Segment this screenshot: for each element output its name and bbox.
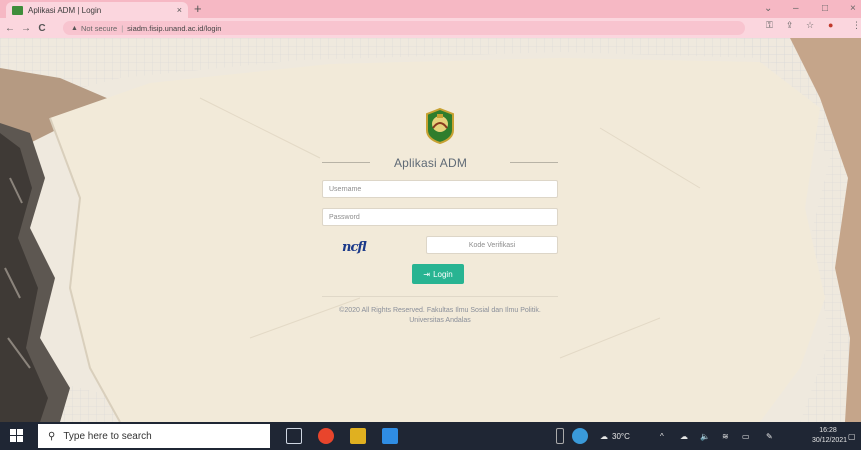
search-icon: ⚲ bbox=[48, 430, 56, 442]
browser-tab-strip: Aplikasi ADM | Login × + ⌄ – □ × bbox=[0, 0, 861, 18]
network-icon[interactable]: ☁ bbox=[680, 422, 688, 450]
windows-taskbar: ⚲ Type here to search ☁ 30°C ^ ☁ 🔈 ≋ ▭ ✎… bbox=[0, 422, 861, 450]
minimize-button[interactable]: – bbox=[793, 1, 799, 17]
temperature-text: 30°C bbox=[612, 431, 630, 441]
tab-title: Aplikasi ADM | Login bbox=[28, 5, 102, 15]
back-button[interactable]: ← bbox=[2, 23, 18, 34]
login-icon: ⇥ bbox=[423, 269, 431, 279]
app-title: Aplikasi ADM bbox=[393, 156, 468, 170]
university-logo bbox=[426, 108, 454, 144]
app-icon[interactable] bbox=[350, 428, 366, 444]
notification-icon[interactable]: ▢ bbox=[848, 422, 856, 450]
close-window-button[interactable]: × bbox=[850, 1, 856, 17]
chevron-up-icon[interactable]: ^ bbox=[660, 422, 664, 450]
clock-time: 16:28 bbox=[819, 427, 837, 434]
site-favicon-icon bbox=[12, 5, 23, 15]
address-bar[interactable]: ▲ Not secure | siadm.fisip.unand.ac.id/l… bbox=[63, 21, 745, 35]
share-icon[interactable]: ⇪ bbox=[786, 20, 794, 31]
taskbar-search-box[interactable]: ⚲ Type here to search bbox=[38, 424, 270, 448]
system-clock[interactable]: 16:28 30/12/2021 bbox=[812, 426, 848, 446]
clock-date: 30/12/2021 bbox=[812, 437, 848, 444]
title-divider-right bbox=[510, 162, 558, 163]
paper-background bbox=[0, 38, 861, 422]
url-text[interactable]: siadm.fisip.unand.ac.id/login bbox=[127, 24, 221, 33]
username-input[interactable]: Username bbox=[322, 180, 558, 198]
browser-tab[interactable]: Aplikasi ADM | Login × bbox=[6, 2, 188, 18]
login-page: Aplikasi ADM Username Password ncfl Kode… bbox=[0, 38, 861, 422]
captcha-image: ncfl bbox=[342, 240, 367, 255]
verification-code-input[interactable]: Kode Verifikasi bbox=[426, 236, 558, 254]
password-input[interactable]: Password bbox=[322, 208, 558, 226]
security-label[interactable]: Not secure bbox=[81, 24, 117, 33]
chrome-icon[interactable] bbox=[318, 428, 334, 444]
new-tab-button[interactable]: + bbox=[194, 1, 202, 17]
key-icon[interactable]: ⚿ bbox=[766, 20, 773, 31]
login-button[interactable]: ⇥ Login bbox=[412, 264, 464, 284]
copyright-footer: ©2020 All Rights Reserved. Fakultas Ilmu… bbox=[339, 307, 541, 324]
windows-start-icon[interactable] bbox=[10, 429, 24, 443]
close-tab-icon[interactable]: × bbox=[177, 5, 182, 15]
desktop-peek-icon[interactable] bbox=[556, 428, 564, 444]
warning-icon[interactable]: ▲ bbox=[71, 25, 78, 32]
bookmark-star-icon[interactable]: ☆ bbox=[806, 20, 814, 31]
tray-app-icon[interactable] bbox=[572, 428, 588, 444]
menu-icon[interactable]: ⋮ bbox=[852, 20, 861, 31]
address-separator: | bbox=[121, 23, 124, 33]
browser-toolbar: ← → C ▲ Not secure | siadm.fisip.unand.a… bbox=[0, 18, 861, 38]
profile-avatar-icon[interactable]: ● bbox=[828, 20, 833, 30]
battery-icon[interactable]: ▭ bbox=[742, 422, 750, 450]
forward-button[interactable]: → bbox=[18, 23, 34, 34]
file-manager-icon[interactable] bbox=[382, 428, 398, 444]
task-view-icon[interactable] bbox=[286, 428, 302, 444]
cloud-icon: ☁ bbox=[600, 431, 608, 441]
wifi-icon[interactable]: ≋ bbox=[722, 422, 729, 450]
chevron-down-icon[interactable]: ⌄ bbox=[764, 1, 772, 17]
pen-icon[interactable]: ✎ bbox=[766, 422, 773, 450]
volume-icon[interactable]: 🔈 bbox=[700, 422, 710, 450]
weather-widget[interactable]: ☁ 30°C bbox=[600, 422, 630, 450]
maximize-button[interactable]: □ bbox=[822, 1, 828, 17]
search-placeholder: Type here to search bbox=[63, 430, 152, 442]
reload-button[interactable]: C bbox=[34, 23, 50, 34]
footer-divider bbox=[322, 296, 558, 297]
login-button-label: Login bbox=[433, 269, 453, 279]
